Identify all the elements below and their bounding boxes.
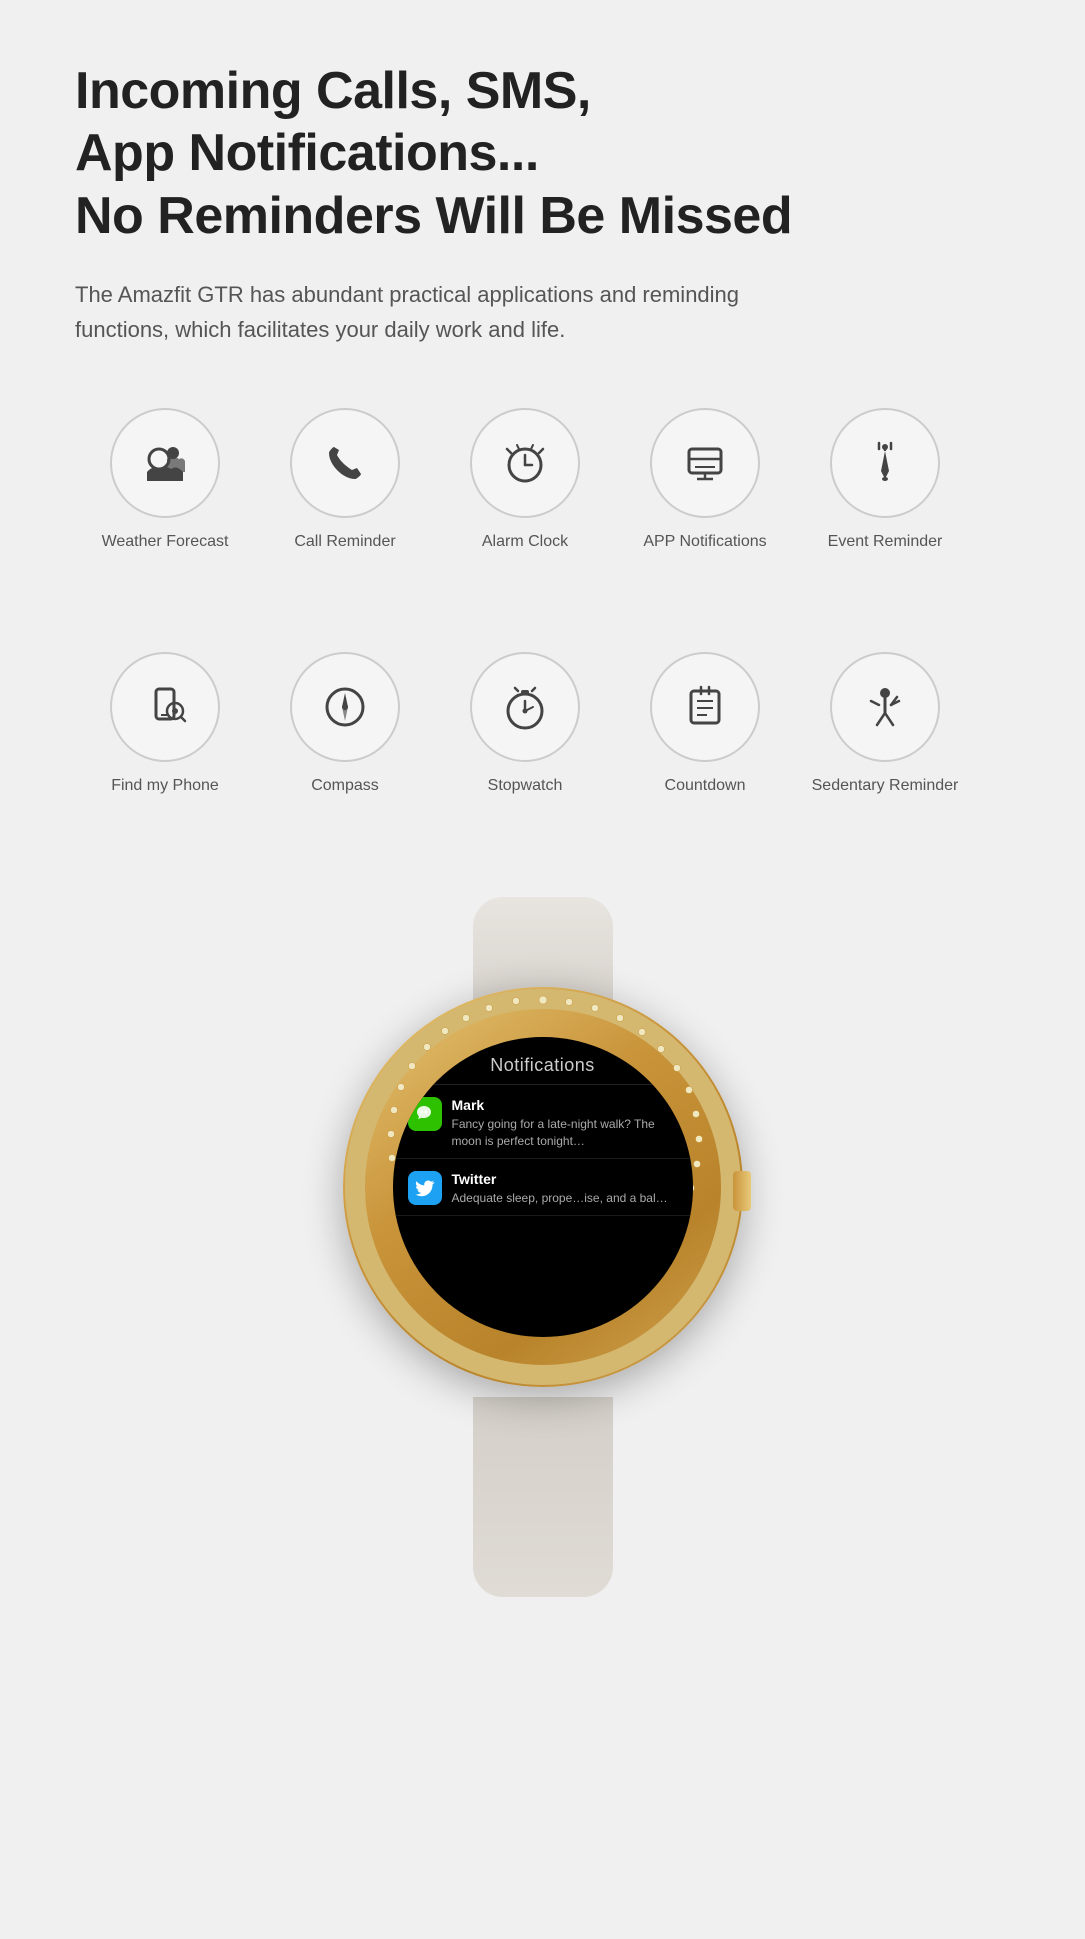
icon-label-event-reminder: Event Reminder: [828, 532, 943, 553]
icon-item-event-reminder: Event Reminder: [795, 408, 975, 553]
headline-line1: Incoming Calls, SMS,: [75, 62, 591, 120]
icon-circle-event: [830, 408, 940, 518]
icon-item-compass: Compass: [255, 652, 435, 797]
findphone-icon: [139, 681, 191, 733]
twitter-icon: [408, 1171, 442, 1205]
compass-icon: [319, 681, 371, 733]
stopwatch-icon: [499, 681, 551, 733]
icon-item-sedentary-reminder: Sedentary Reminder: [795, 652, 975, 797]
icon-item-stopwatch: Stopwatch: [435, 652, 615, 797]
notification-item-wechat: Mark Fancy going for a late-night walk? …: [393, 1085, 693, 1159]
notif-message-wechat: Fancy going for a late-night walk? The m…: [452, 1116, 678, 1150]
icon-label-call-reminder: Call Reminder: [294, 532, 395, 553]
headline: Incoming Calls, SMS, App Notifications..…: [75, 60, 1010, 247]
icon-item-countdown: Countdown: [615, 652, 795, 797]
notification-icon: [679, 437, 731, 489]
watch-body: // Generate dots around circle - done in…: [343, 987, 743, 1387]
notif-content-wechat: Mark Fancy going for a late-night walk? …: [452, 1097, 678, 1150]
icon-circle-alarm: [470, 408, 580, 518]
page-container: Incoming Calls, SMS, App Notifications..…: [0, 0, 1085, 1677]
watch-screen: Notifications Mark: [393, 1037, 693, 1337]
watch-wrapper: // Generate dots around circle - done in…: [263, 897, 823, 1597]
icon-item-alarm-clock: Alarm Clock: [435, 408, 615, 553]
icon-item-find-my-phone: Find my Phone: [75, 652, 255, 797]
strap-bottom: [473, 1397, 613, 1597]
description-text: The Amazfit GTR has abundant practical a…: [75, 277, 775, 347]
notif-content-twitter: Twitter Adequate sleep, prope…ise, and a…: [452, 1171, 668, 1207]
icon-circle-call: [290, 408, 400, 518]
icon-circle-findphone: [110, 652, 220, 762]
notif-name-twitter: Twitter: [452, 1171, 668, 1187]
icon-circle-sedentary: [830, 652, 940, 762]
icon-label-stopwatch: Stopwatch: [488, 776, 563, 797]
weather-icon: [139, 437, 191, 489]
notif-name-wechat: Mark: [452, 1097, 678, 1113]
watch-crown: [733, 1171, 751, 1211]
icon-circle-notifications: [650, 408, 760, 518]
icon-label-compass: Compass: [311, 776, 379, 797]
icons-row2: Find my Phone Compass: [75, 652, 1010, 837]
icon-item-weather-forecast: Weather Forecast: [75, 408, 255, 553]
icons-row1: Weather Forecast Call Reminder: [75, 408, 1010, 593]
watch-section: // Generate dots around circle - done in…: [75, 897, 1010, 1597]
icon-label-weather-forecast: Weather Forecast: [102, 532, 229, 553]
notif-message-twitter: Adequate sleep, prope…ise, and a bal…: [452, 1190, 668, 1207]
headline-line3: No Reminders Will Be Missed: [75, 187, 792, 245]
icon-circle-countdown: [650, 652, 760, 762]
icon-circle-stopwatch: [470, 652, 580, 762]
sedentary-icon: [859, 681, 911, 733]
icon-circle-compass: [290, 652, 400, 762]
notification-item-twitter: Twitter Adequate sleep, prope…ise, and a…: [393, 1159, 693, 1216]
icon-circle-weather: [110, 408, 220, 518]
icon-label-find-my-phone: Find my Phone: [111, 776, 219, 797]
icon-item-call-reminder: Call Reminder: [255, 408, 435, 553]
call-icon: [319, 437, 371, 489]
twitter-logo: [415, 1178, 435, 1198]
icon-label-alarm-clock: Alarm Clock: [482, 532, 568, 553]
alarm-icon: [499, 437, 551, 489]
wechat-logo: [414, 1103, 436, 1125]
headline-line2: App Notifications...: [75, 124, 539, 182]
icon-label-sedentary-reminder: Sedentary Reminder: [812, 776, 959, 797]
event-icon: [859, 437, 911, 489]
icon-label-app-notifications: APP Notifications: [643, 532, 766, 553]
countdown-icon: [679, 681, 731, 733]
icon-item-app-notifications: APP Notifications: [615, 408, 795, 553]
icon-label-countdown: Countdown: [665, 776, 746, 797]
